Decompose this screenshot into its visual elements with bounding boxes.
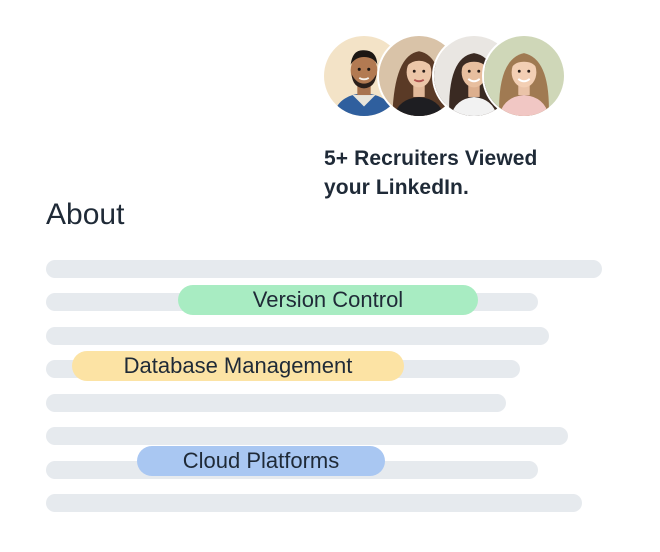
about-heading: About bbox=[46, 198, 125, 231]
skill-chip-cloud-platforms: Cloud Platforms bbox=[137, 446, 385, 476]
skill-chip-database-management: Database Management bbox=[72, 351, 404, 381]
avatar-woman-photo bbox=[484, 36, 564, 116]
skill-chip-label: Database Management bbox=[123, 353, 353, 378]
skill-chip-version-control: Version Control bbox=[178, 285, 478, 315]
text-line-placeholder bbox=[46, 427, 568, 445]
text-line-placeholder bbox=[46, 494, 582, 512]
avatar bbox=[482, 34, 566, 118]
recruiter-avatars bbox=[322, 34, 572, 120]
skill-chip-label: Version Control bbox=[252, 287, 404, 312]
recruiters-viewed-text: 5+ Recruiters Viewed your LinkedIn. bbox=[324, 144, 624, 202]
text-line-placeholder bbox=[46, 394, 506, 412]
text-line-placeholder bbox=[46, 260, 602, 278]
recruiters-line-2: your LinkedIn. bbox=[324, 176, 469, 199]
text-line-placeholder bbox=[46, 327, 549, 345]
recruiters-line-1: 5+ Recruiters Viewed bbox=[324, 147, 538, 170]
skill-chip-label: Cloud Platforms bbox=[182, 448, 340, 473]
